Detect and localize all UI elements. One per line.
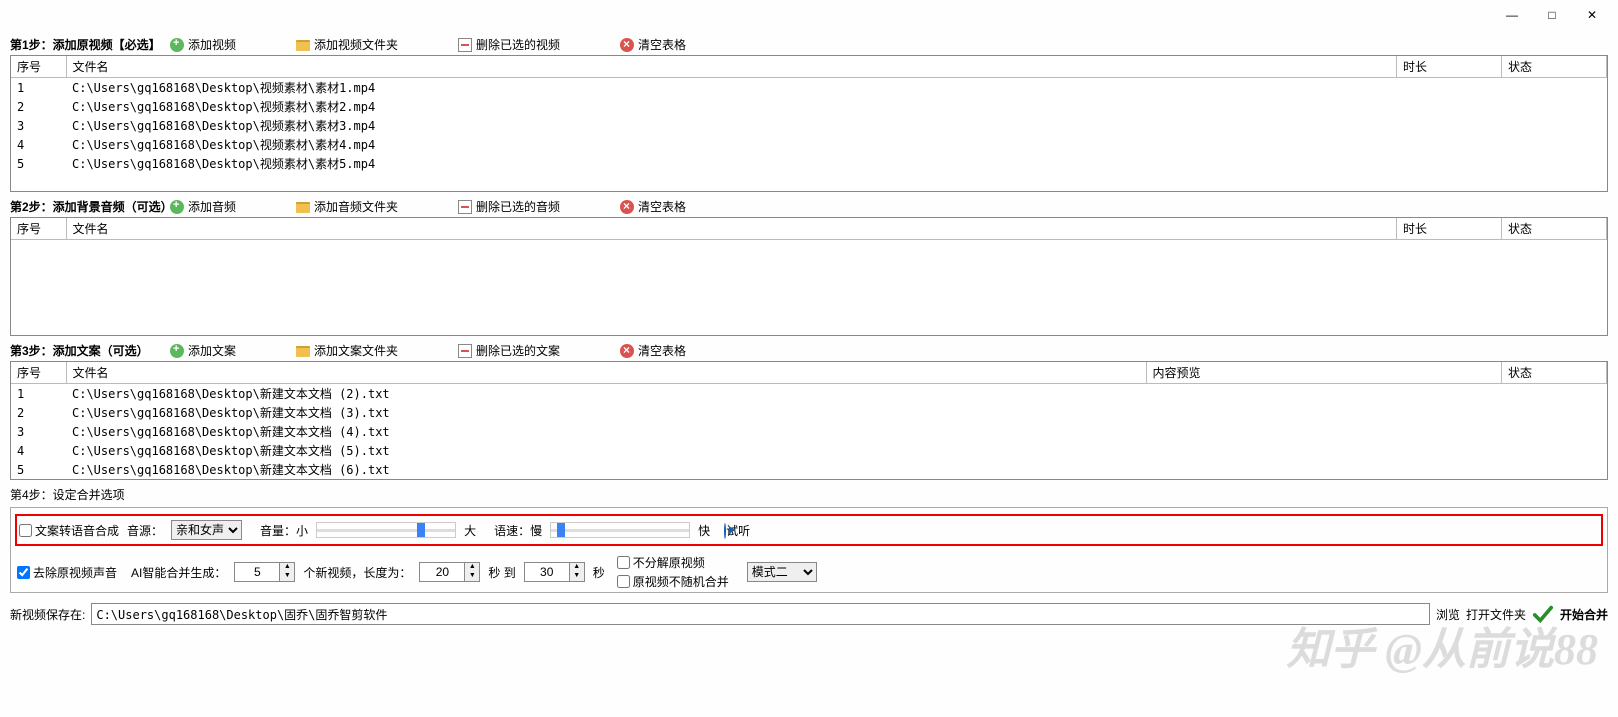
to-spinner[interactable]: ▲▼ bbox=[570, 562, 585, 582]
clear-video-table-button[interactable]: 清空表格 bbox=[620, 36, 686, 53]
save-row: 新视频保存在: 浏览 打开文件夹 开始合并 bbox=[10, 603, 1608, 625]
step3-label: 第3步：添加文案（可选） bbox=[10, 342, 170, 359]
delete-icon bbox=[458, 344, 472, 358]
preview-button[interactable]: 试听 bbox=[724, 522, 750, 539]
col-seq[interactable]: 序号 bbox=[11, 218, 66, 240]
clear-icon bbox=[620, 344, 634, 358]
delete-icon bbox=[458, 200, 472, 214]
step2-label: 第2步：添加背景音频（可选） bbox=[10, 198, 170, 215]
col-status[interactable]: 状态 bbox=[1502, 218, 1607, 240]
table-row[interactable]: 2C:\Users\gq168168\Desktop\新建文本文档 (3).tx… bbox=[11, 403, 1607, 422]
tts-options-highlight: 文案转语音合成 音源： 亲和女声 音量：小 大 语速：慢 快 试听 bbox=[15, 514, 1603, 546]
length-from-input[interactable] bbox=[419, 562, 465, 582]
table-row[interactable]: 3C:\Users\gq168168\Desktop\视频素材\素材3.mp4 bbox=[11, 116, 1607, 135]
step1-label: 第1步：添加原视频【必选】 bbox=[10, 36, 170, 53]
sec-label: 秒 bbox=[593, 564, 605, 581]
clear-text-table-button[interactable]: 清空表格 bbox=[620, 342, 686, 359]
from-spinner[interactable]: ▲▼ bbox=[465, 562, 480, 582]
add-audio-button[interactable]: 添加音频 bbox=[170, 198, 236, 215]
mid-label: 秒 到 bbox=[488, 564, 515, 581]
clear-audio-table-button[interactable]: 清空表格 bbox=[620, 198, 686, 215]
add-audio-folder-button[interactable]: 添加音频文件夹 bbox=[296, 198, 398, 215]
browse-button[interactable]: 浏览 bbox=[1436, 606, 1460, 623]
col-status[interactable]: 状态 bbox=[1502, 56, 1607, 78]
folder-icon bbox=[296, 202, 310, 213]
step3-section: 第3步：添加文案（可选） 添加文案 添加文案文件夹 删除已选的文案 清空表格 序… bbox=[10, 340, 1608, 480]
count-spinner[interactable]: ▲▼ bbox=[280, 562, 295, 582]
add-video-folder-button[interactable]: 添加视频文件夹 bbox=[296, 36, 398, 53]
speed-max-label: 快 bbox=[698, 522, 710, 539]
length-to-input[interactable] bbox=[524, 562, 570, 582]
col-status[interactable]: 状态 bbox=[1502, 362, 1607, 384]
col-file[interactable]: 文件名 bbox=[66, 56, 1397, 78]
volume-slider[interactable] bbox=[316, 522, 456, 538]
add-icon bbox=[170, 344, 184, 358]
delete-icon bbox=[458, 38, 472, 52]
delete-selected-audio-button[interactable]: 删除已选的音频 bbox=[458, 198, 560, 215]
table-row[interactable]: 3C:\Users\gq168168\Desktop\新建文本文档 (4).tx… bbox=[11, 422, 1607, 441]
add-icon bbox=[170, 200, 184, 214]
speed-slider[interactable] bbox=[550, 522, 690, 538]
table-row[interactable]: 5C:\Users\gq168168\Desktop\新建文本文档 (6).tx… bbox=[11, 460, 1607, 479]
clear-icon bbox=[620, 200, 634, 214]
table-row[interactable]: 1C:\Users\gq168168\Desktop\新建文本文档 (2).tx… bbox=[11, 384, 1607, 404]
add-icon bbox=[170, 38, 184, 52]
folder-icon bbox=[296, 346, 310, 357]
col-seq[interactable]: 序号 bbox=[11, 56, 66, 78]
minimize-button[interactable]: — bbox=[1492, 1, 1532, 29]
col-duration[interactable]: 时长 bbox=[1397, 218, 1502, 240]
audio-grid[interactable]: 序号 文件名 时长 状态 bbox=[10, 217, 1608, 336]
no-split-checkbox[interactable]: 不分解原视频 bbox=[617, 554, 729, 571]
video-grid[interactable]: 序号 文件名 时长 状态 1C:\Users\gq168168\Desktop\… bbox=[10, 55, 1608, 192]
table-row[interactable]: 4C:\Users\gq168168\Desktop\视频素材\素材4.mp4 bbox=[11, 135, 1607, 154]
check-icon bbox=[1532, 603, 1554, 625]
remove-audio-checkbox[interactable]: 去除原视频声音 bbox=[17, 564, 117, 581]
col-duration[interactable]: 时长 bbox=[1397, 56, 1502, 78]
folder-icon bbox=[296, 40, 310, 51]
window-titlebar: — □ ✕ bbox=[0, 0, 1618, 30]
step1-section: 第1步：添加原视频【必选】 添加视频 添加视频文件夹 删除已选的视频 清空表格 … bbox=[10, 34, 1608, 192]
maximize-button[interactable]: □ bbox=[1532, 1, 1572, 29]
text-grid[interactable]: 序号 文件名 内容预览 状态 1C:\Users\gq168168\Deskto… bbox=[10, 361, 1608, 480]
clear-icon bbox=[620, 38, 634, 52]
add-text-button[interactable]: 添加文案 bbox=[170, 342, 236, 359]
speed-label: 语速：慢 bbox=[494, 522, 542, 539]
no-random-checkbox[interactable]: 原视频不随机合并 bbox=[617, 573, 729, 590]
table-row[interactable]: 2C:\Users\gq168168\Desktop\视频素材\素材2.mp4 bbox=[11, 97, 1607, 116]
step4-section: 第4步：设定合并选项 文案转语音合成 音源： 亲和女声 音量：小 大 语速：慢 … bbox=[10, 486, 1608, 593]
table-row[interactable]: 4C:\Users\gq168168\Desktop\新建文本文档 (5).tx… bbox=[11, 441, 1607, 460]
save-label: 新视频保存在: bbox=[10, 606, 85, 623]
col-file[interactable]: 文件名 bbox=[66, 218, 1397, 240]
step4-label: 第4步：设定合并选项 bbox=[10, 486, 1608, 503]
mode-select[interactable]: 模式二 bbox=[747, 562, 817, 582]
table-row[interactable]: 1C:\Users\gq168168\Desktop\视频素材\素材1.mp4 bbox=[11, 78, 1607, 98]
volume-max-label: 大 bbox=[464, 522, 476, 539]
open-folder-button[interactable]: 打开文件夹 bbox=[1466, 606, 1526, 623]
video-count-input[interactable] bbox=[234, 562, 280, 582]
delete-selected-text-button[interactable]: 删除已选的文案 bbox=[458, 342, 560, 359]
start-merge-button[interactable]: 开始合并 bbox=[1560, 606, 1608, 623]
col-preview[interactable]: 内容预览 bbox=[1146, 362, 1502, 384]
delete-selected-video-button[interactable]: 删除已选的视频 bbox=[458, 36, 560, 53]
add-text-folder-button[interactable]: 添加文案文件夹 bbox=[296, 342, 398, 359]
col-seq[interactable]: 序号 bbox=[11, 362, 66, 384]
close-button[interactable]: ✕ bbox=[1572, 1, 1612, 29]
step2-section: 第2步：添加背景音频（可选） 添加音频 添加音频文件夹 删除已选的音频 清空表格… bbox=[10, 196, 1608, 336]
voice-select[interactable]: 亲和女声 bbox=[171, 520, 242, 540]
volume-label: 音量：小 bbox=[260, 522, 308, 539]
ai-gen-label: AI智能合并生成： bbox=[131, 564, 226, 581]
count-suffix: 个新视频，长度为： bbox=[303, 564, 411, 581]
source-label: 音源： bbox=[127, 522, 163, 539]
tts-checkbox[interactable]: 文案转语音合成 bbox=[19, 522, 119, 539]
col-file[interactable]: 文件名 bbox=[66, 362, 1146, 384]
add-video-button[interactable]: 添加视频 bbox=[170, 36, 236, 53]
table-row[interactable]: 5C:\Users\gq168168\Desktop\视频素材\素材5.mp4 bbox=[11, 154, 1607, 173]
save-path-input[interactable] bbox=[91, 603, 1430, 625]
